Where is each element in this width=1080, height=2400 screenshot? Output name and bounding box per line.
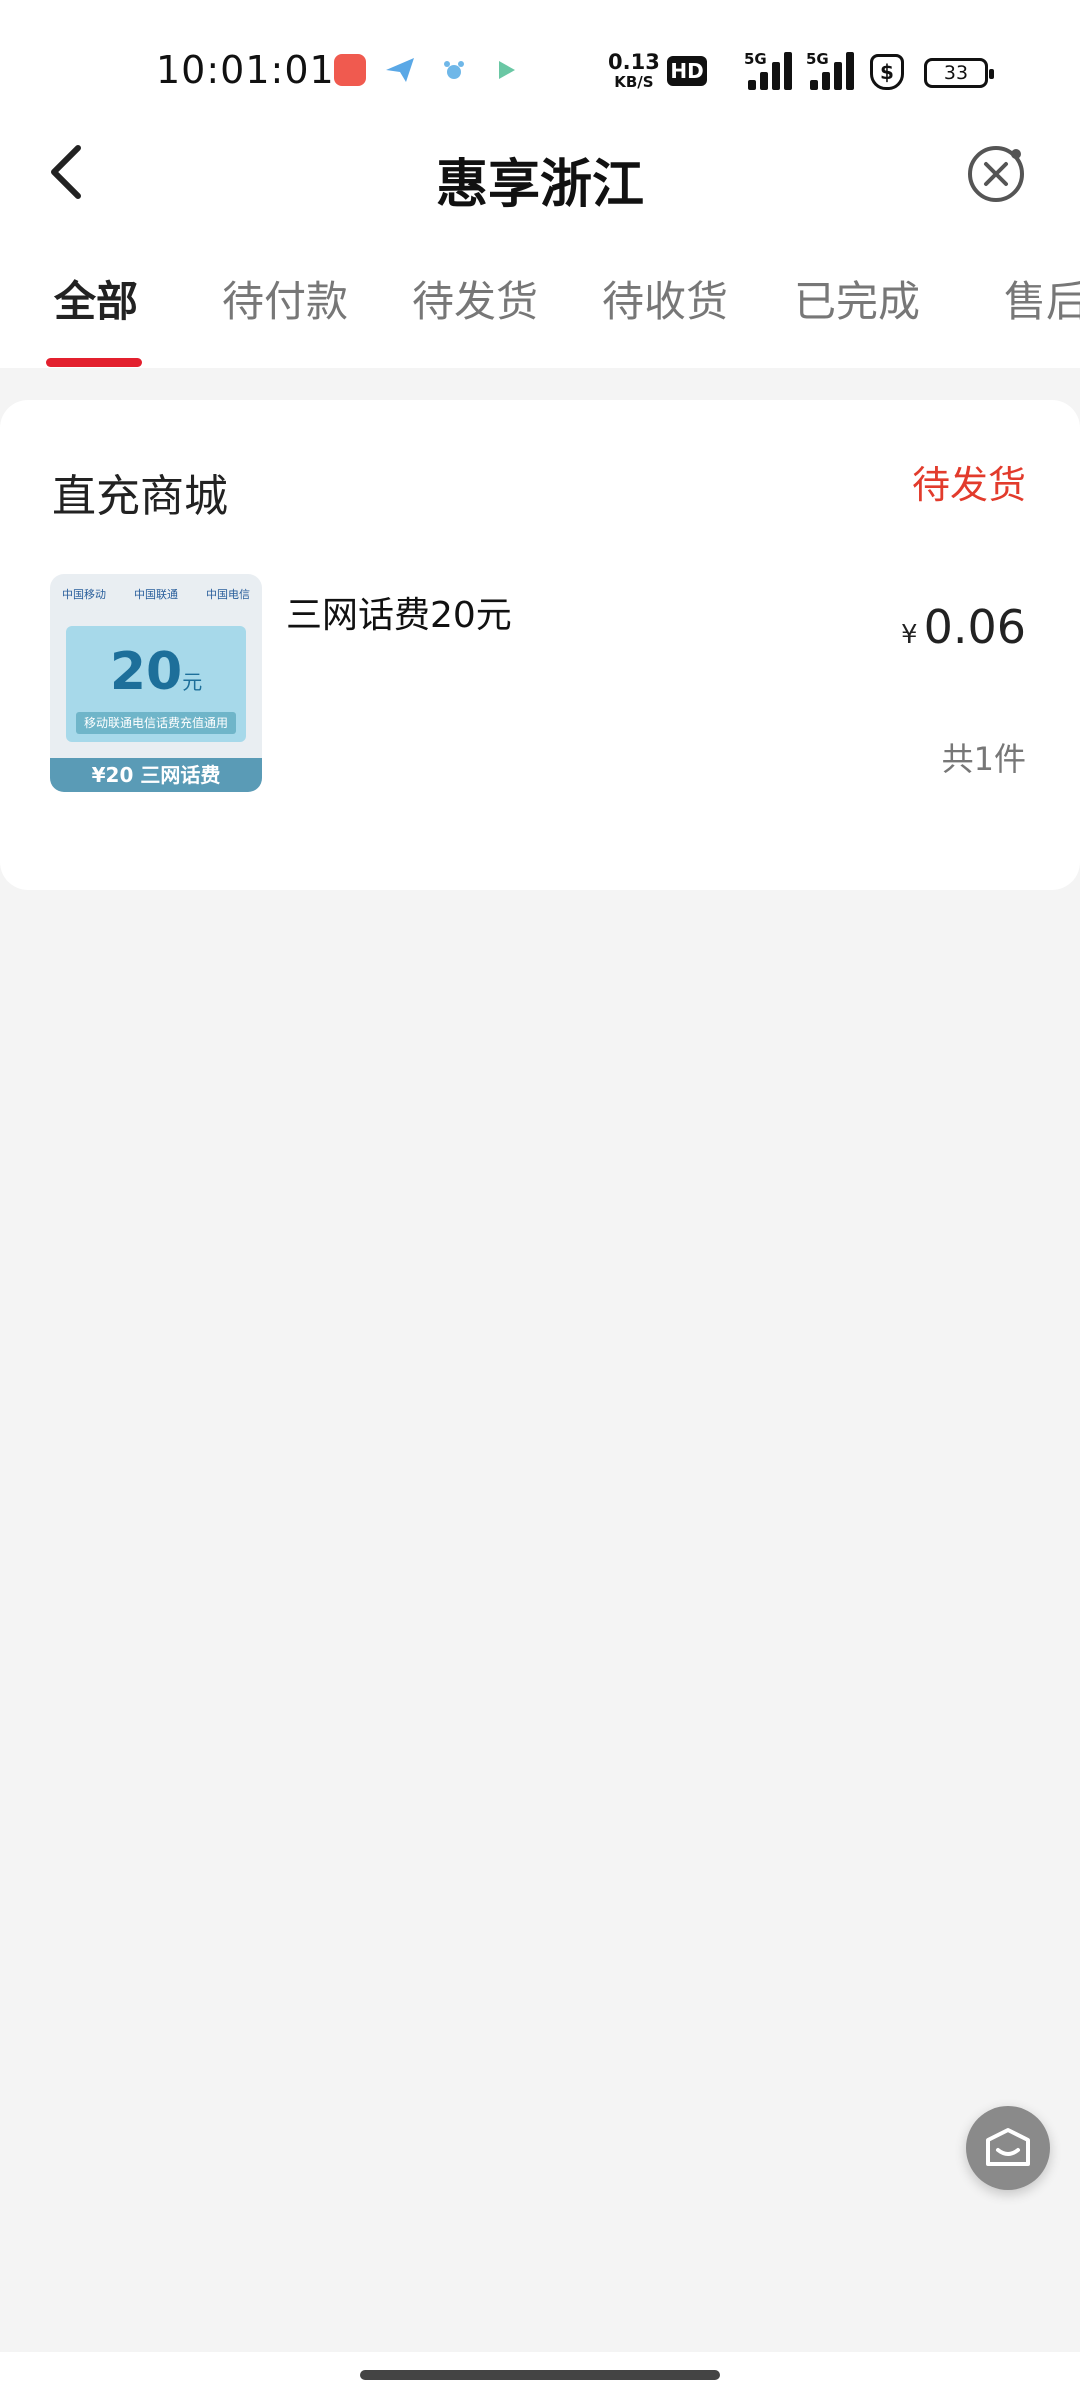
battery-icon: 33	[924, 58, 994, 88]
product-name: 三网话费20元	[286, 595, 512, 636]
recharge-card-panel: 20元 移动联通电信话费充值通用	[66, 626, 246, 742]
shop-name: 直充商城	[52, 471, 228, 522]
play-notification-icon	[490, 54, 522, 86]
send-notification-icon	[384, 54, 416, 86]
hd-icon: HD	[667, 56, 707, 86]
recharge-note: 移动联通电信话费充值通用	[76, 712, 236, 734]
network-speed: 0.13 KB/S	[608, 50, 660, 92]
tab-pending-receipt[interactable]: 待收货	[602, 268, 728, 329]
page-title: 惠享浙江	[435, 155, 644, 215]
product-quantity: 共1件	[941, 740, 1026, 778]
tab-pending-shipment[interactable]: 待发货	[412, 268, 538, 329]
shield-icon: $	[870, 54, 904, 90]
tab-completed[interactable]: 已完成	[794, 268, 920, 329]
carrier-logos: 中国移动 中国联通 中国电信	[62, 588, 250, 601]
tab-pending-payment[interactable]: 待付款	[222, 268, 348, 329]
tab-after-sales[interactable]: 售后	[1004, 268, 1080, 329]
close-miniapp-button[interactable]	[964, 142, 1028, 206]
app-notification-icon	[334, 54, 366, 86]
signal-bars-icon	[748, 48, 792, 90]
product-price: ¥0.06	[901, 600, 1026, 654]
service-icon	[986, 2128, 1030, 2166]
close-icon	[968, 146, 1024, 202]
status-bar: 10:01:01 0.13 KB/S HD 5G 5G $ 33	[0, 0, 1080, 140]
active-tab-indicator	[46, 358, 142, 367]
recharge-amount: 20元	[109, 642, 203, 702]
recharge-footer: ¥20 三网话费	[50, 758, 262, 792]
status-time: 10:01:01	[156, 48, 335, 92]
product-image[interactable]: 中国移动 中国联通 中国电信 20元 移动联通电信话费充值通用 ¥20 三网话费	[50, 574, 262, 792]
order-tabs: 全部 待付款 待发货 待收货 已完成 售后	[0, 268, 1080, 368]
order-status-badge: 待发货	[911, 463, 1026, 507]
signal-bars-icon	[810, 48, 854, 90]
home-indicator[interactable]	[360, 2370, 720, 2380]
tab-all[interactable]: 全部	[54, 268, 138, 329]
baidu-notification-icon	[438, 54, 470, 86]
customer-service-button[interactable]	[966, 2106, 1050, 2190]
